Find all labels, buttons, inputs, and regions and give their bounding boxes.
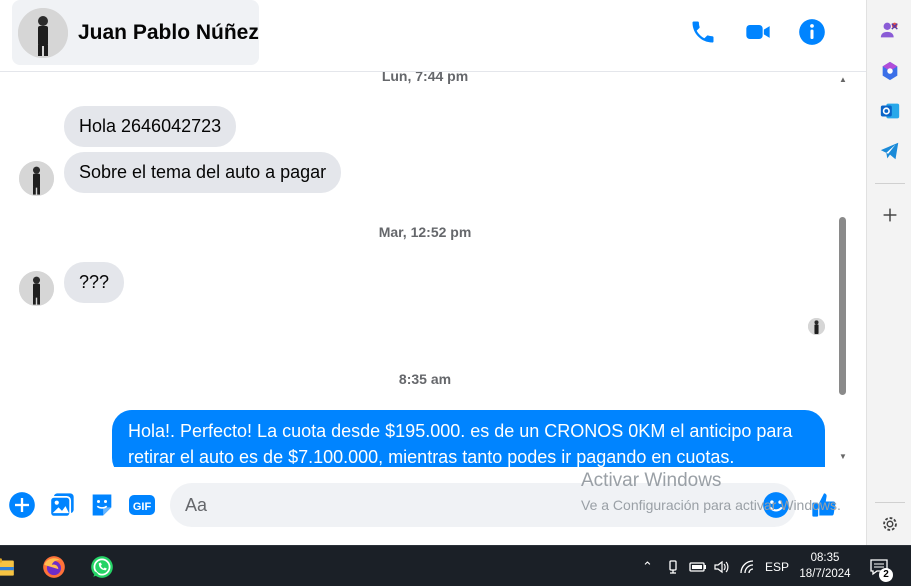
sidebar-divider <box>875 502 905 503</box>
browser-sidebar <box>866 0 911 545</box>
language-indicator[interactable]: ESP <box>765 546 789 586</box>
incoming-message[interactable]: Hola 2646042723 <box>64 106 237 147</box>
people-icon[interactable] <box>879 19 901 41</box>
gif-icon[interactable]: GIF <box>128 491 156 519</box>
battery-icon[interactable] <box>689 546 707 586</box>
scrollbar-thumb[interactable] <box>839 217 846 395</box>
message-list[interactable]: Lun, 7:44 pm Hola 2646042723 Sobre el te… <box>0 72 850 467</box>
show-hidden-icons-chevron-icon[interactable]: ⌃ <box>642 546 653 586</box>
sender-avatar <box>19 271 54 306</box>
video-call-icon[interactable] <box>744 18 772 46</box>
contact-name: Juan Pablo Núñez <box>78 20 259 44</box>
copilot-icon[interactable] <box>879 60 901 82</box>
phone-icon[interactable] <box>689 18 717 46</box>
contact-info[interactable]: Juan Pablo Núñez <box>12 0 259 65</box>
contact-avatar <box>18 7 68 58</box>
settings-icon[interactable] <box>879 513 901 535</box>
message-input-container[interactable] <box>170 483 796 527</box>
seen-indicator-avatar <box>808 318 825 335</box>
sender-avatar <box>19 161 54 196</box>
sticker-icon[interactable] <box>88 491 116 519</box>
outgoing-message[interactable]: Hola!. Perfecto! La cuota desde $195.000… <box>112 410 825 467</box>
timestamp: 8:35 am <box>398 371 452 387</box>
add-icon[interactable] <box>879 204 901 226</box>
firefox-icon[interactable] <box>41 554 67 580</box>
incoming-message[interactable]: Sobre el tema del auto a pagar <box>64 152 342 193</box>
file-explorer-icon[interactable] <box>0 554 16 580</box>
info-icon[interactable] <box>798 18 826 46</box>
scroll-down-arrow-icon[interactable]: ▼ <box>836 451 850 463</box>
message-input[interactable] <box>170 483 730 527</box>
notification-count-badge: 2 <box>879 568 893 582</box>
emoji-icon[interactable] <box>762 491 790 519</box>
scroll-up-arrow-icon[interactable]: ▲ <box>836 74 850 86</box>
telegram-icon[interactable] <box>879 140 901 162</box>
gif-label: GIF <box>133 501 152 513</box>
system-clock[interactable]: 08:35 18/7/2024 <box>794 550 856 582</box>
windows-taskbar: ⌃ ESP 08:35 18/7/2024 2 <box>0 545 911 586</box>
sidebar-divider <box>875 183 905 184</box>
incoming-message[interactable]: ??? <box>64 262 125 303</box>
timestamp: Lun, 7:44 pm <box>381 72 469 84</box>
whatsapp-icon[interactable] <box>89 554 115 580</box>
wifi-icon[interactable] <box>739 546 757 586</box>
photo-icon[interactable] <box>48 491 76 519</box>
clock-time: 08:35 <box>810 552 840 564</box>
messenger-window: Juan Pablo Núñez Lun, 7:44 pm Hola 26460… <box>0 0 911 586</box>
network-device-icon[interactable] <box>665 546 681 586</box>
message-composer: GIF <box>0 467 866 545</box>
like-icon[interactable] <box>810 491 838 519</box>
timestamp: Mar, 12:52 pm <box>378 224 472 240</box>
chat-scrollbar[interactable]: ▲ ▼ <box>836 72 850 467</box>
outlook-icon[interactable] <box>879 100 901 122</box>
conversation-header: Juan Pablo Núñez <box>0 0 866 72</box>
add-icon[interactable] <box>8 491 36 519</box>
volume-icon[interactable] <box>713 546 731 586</box>
clock-date: 18/7/2024 <box>799 568 851 580</box>
